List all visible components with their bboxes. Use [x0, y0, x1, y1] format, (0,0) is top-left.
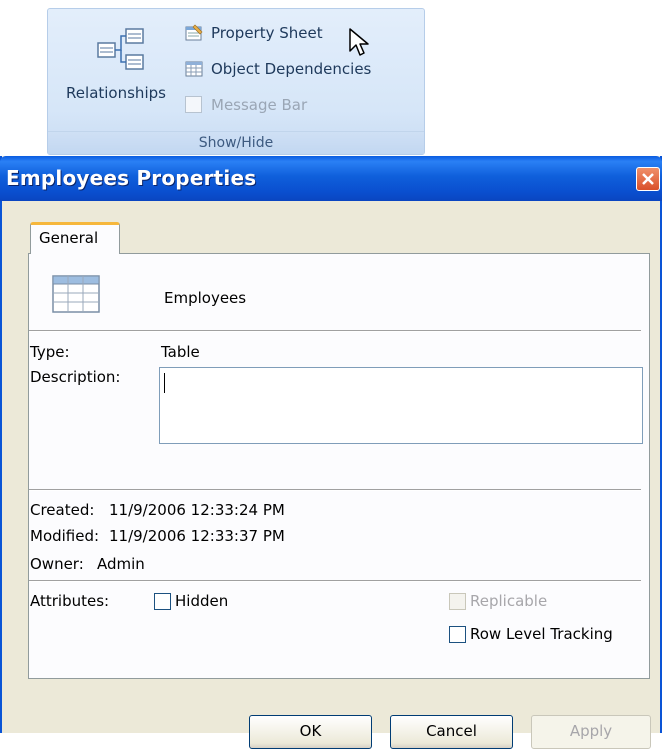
apply-button[interactable]: Apply [531, 715, 651, 749]
description-label: Description: [30, 368, 121, 386]
replicable-label: Replicable [470, 592, 548, 610]
message-bar-checkbox-box [184, 95, 204, 115]
modified-value: 11/9/2006 12:33:37 PM [109, 527, 285, 545]
close-button[interactable] [636, 167, 660, 191]
separator-1 [29, 330, 641, 332]
properties-dialog: Employees Properties General Employees T… [0, 156, 662, 749]
row-level-tracking-checkbox[interactable]: Row Level Tracking [449, 625, 613, 643]
relationships-label: Relationships [66, 84, 166, 102]
ok-button[interactable]: OK [249, 715, 372, 749]
tab-general[interactable]: General [30, 222, 120, 254]
object-dependencies-button[interactable]: Object Dependencies [184, 57, 371, 81]
replicable-checkbox[interactable]: Replicable [449, 592, 547, 610]
separator-2 [29, 489, 641, 491]
modified-label: Modified: [30, 527, 100, 545]
relationships-button[interactable]: Relationships [55, 15, 177, 110]
hidden-checkbox[interactable]: Hidden [154, 592, 228, 610]
message-bar-checkbox[interactable]: Message Bar [184, 93, 307, 117]
dialog-title: Employees Properties [6, 166, 257, 190]
created-value: 11/9/2006 12:33:24 PM [109, 501, 285, 519]
relationships-icon [97, 28, 144, 70]
row-level-tracking-checkbox-box [449, 625, 466, 643]
message-bar-label: Message Bar [211, 96, 308, 114]
mouse-cursor-icon [349, 28, 369, 56]
object-dependencies-label: Object Dependencies [211, 60, 372, 78]
hidden-label: Hidden [175, 592, 229, 610]
type-label: Type: [30, 343, 70, 361]
type-value: Table [161, 343, 200, 361]
table-icon [52, 275, 100, 313]
property-sheet-button[interactable]: Property Sheet [184, 21, 323, 45]
general-tab-panel [28, 253, 650, 679]
owner-value: Admin [97, 555, 145, 573]
object-dependencies-icon [184, 59, 204, 79]
close-icon [642, 173, 654, 185]
description-field[interactable] [159, 367, 643, 444]
property-sheet-icon [184, 23, 204, 43]
row-level-tracking-label: Row Level Tracking [470, 625, 613, 643]
hidden-checkbox-box [154, 592, 171, 610]
group-label-show-hide: Show/Hide [48, 131, 424, 154]
property-sheet-label: Property Sheet [211, 24, 323, 42]
cancel-button[interactable]: Cancel [390, 715, 513, 749]
separator-3 [29, 580, 641, 582]
title-bar[interactable]: Employees Properties [0, 156, 662, 201]
object-name: Employees [164, 289, 247, 307]
created-label: Created: [30, 501, 95, 519]
owner-label: Owner: [30, 555, 84, 573]
attributes-label: Attributes: [30, 592, 110, 610]
replicable-checkbox-box [449, 592, 466, 610]
text-caret [164, 373, 165, 393]
